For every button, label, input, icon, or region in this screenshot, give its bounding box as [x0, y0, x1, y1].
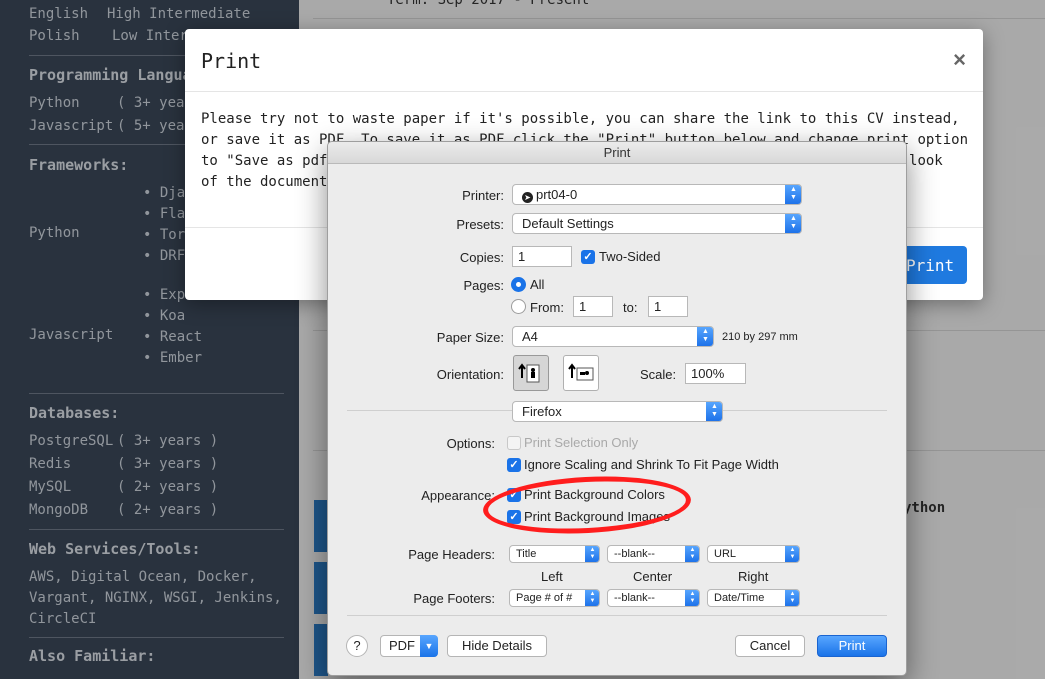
pages-to-field[interactable]: 1 — [648, 296, 688, 317]
cancel-button[interactable]: Cancel — [735, 635, 805, 657]
pages-all-radio[interactable] — [511, 277, 526, 292]
chevron-updown-icon: ▲ ▼ — [585, 590, 599, 606]
presets-value: Default Settings — [522, 216, 614, 231]
page-footers-label: Page Footers: — [413, 591, 495, 606]
column-right-label: Right — [738, 569, 769, 584]
header-left-value: Title — [516, 548, 537, 560]
header-left-select[interactable]: Title ▲ ▼ — [509, 545, 600, 563]
chevron-updown-icon: ▲ ▼ — [785, 214, 801, 233]
help-button[interactable]: ? — [346, 635, 368, 657]
print-selection-only-label: Print Selection Only — [524, 435, 639, 450]
header-right-value: URL — [714, 548, 737, 560]
paper-size-value: A4 — [522, 329, 538, 344]
pages-to-label: to: — [623, 300, 638, 315]
pdf-label: PDF — [389, 638, 415, 653]
header-right-select[interactable]: URL ▲ ▼ — [707, 545, 800, 563]
printer-select[interactable]: ➤ prt04-0 ▲ ▼ — [512, 184, 802, 205]
printer-label: Printer: — [462, 188, 504, 203]
pages-from-field[interactable]: 1 — [573, 296, 613, 317]
ignore-scaling-label: Ignore Scaling and Shrink To Fit Page Wi… — [524, 457, 779, 472]
paper-size-select[interactable]: A4 ▲ ▼ — [512, 326, 714, 347]
modal-body-line: Please try not to waste paper if it's po… — [201, 111, 960, 127]
options-label: Options: — [446, 436, 495, 451]
scale-field[interactable]: 100% — [685, 363, 746, 384]
footer-left-select[interactable]: Page # of # ▲ ▼ — [509, 589, 600, 607]
pdf-menu-button[interactable]: PDF ▼ — [380, 635, 438, 657]
footer-right-select[interactable]: Date/Time ▲ ▼ — [707, 589, 800, 607]
header-center-select[interactable]: --blank-- ▲ ▼ — [607, 545, 700, 563]
modal-print-button[interactable]: Print — [897, 246, 967, 284]
dialog-title: Print — [328, 142, 906, 164]
column-left-label: Left — [541, 569, 563, 584]
divider — [185, 91, 983, 92]
footer-center-value: --blank-- — [614, 592, 655, 604]
portrait-orientation-icon[interactable] — [513, 355, 549, 391]
pages-from-label: From: — [530, 300, 564, 315]
column-center-label: Center — [633, 569, 673, 584]
two-sided-label: Two-Sided — [599, 249, 661, 264]
chevron-updown-icon: ▲ ▼ — [685, 546, 699, 562]
divider — [347, 615, 887, 616]
copies-label: Copies: — [459, 250, 504, 265]
chevron-updown-icon: ▲ ▼ — [785, 546, 799, 562]
pages-all-label: All — [530, 277, 545, 292]
header-center-value: --blank-- — [614, 548, 655, 560]
hide-details-button[interactable]: Hide Details — [447, 635, 547, 657]
print-dialog: Print Printer: ➤ prt04-0 ▲ ▼ Presets: Defa… — [327, 141, 907, 676]
chevron-updown-icon: ▲ ▼ — [785, 590, 799, 606]
presets-select[interactable]: Default Settings ▲ ▼ — [512, 213, 802, 234]
pages-label: Pages: — [463, 278, 504, 293]
page-headers-label: Page Headers: — [408, 547, 495, 562]
orientation-label: Orientation: — [436, 367, 504, 382]
chevron-updown-icon: ▲ ▼ — [706, 402, 722, 421]
modal-title: Print — [201, 49, 262, 73]
footer-right-value: Date/Time — [714, 592, 765, 604]
section-select[interactable]: Firefox ▲ ▼ — [512, 401, 723, 422]
ignore-scaling-checkbox[interactable]: ✓ — [507, 458, 521, 472]
print-selection-only-checkbox[interactable] — [507, 436, 521, 450]
chevron-updown-icon: ▲ ▼ — [697, 327, 713, 346]
chevron-updown-icon: ▲ ▼ — [785, 185, 801, 204]
copies-field[interactable]: 1 — [512, 246, 572, 267]
appearance-label: Appearance: — [421, 488, 495, 503]
pages-range-radio[interactable] — [511, 299, 526, 314]
print-button[interactable]: Print — [817, 635, 887, 657]
footer-left-value: Page # of # — [516, 592, 573, 604]
chevron-updown-icon: ▲ ▼ — [685, 590, 699, 606]
landscape-orientation-icon[interactable] — [563, 355, 599, 391]
printer-value: prt04-0 — [536, 187, 578, 202]
paper-size-dims: 210 by 297 mm — [722, 331, 798, 343]
two-sided-checkbox[interactable]: ✓ — [581, 250, 595, 264]
scale-label: Scale: — [640, 367, 677, 382]
chevron-updown-icon: ▲ ▼ — [585, 546, 599, 562]
paper-size-label: Paper Size: — [436, 330, 504, 345]
chevron-down-icon: ▼ — [420, 635, 438, 657]
printer-icon: ➤ — [522, 192, 533, 203]
section-value: Firefox — [522, 404, 562, 419]
presets-label: Presets: — [456, 217, 504, 232]
footer-center-select[interactable]: --blank-- ▲ ▼ — [607, 589, 700, 607]
close-icon[interactable]: × — [953, 47, 966, 73]
